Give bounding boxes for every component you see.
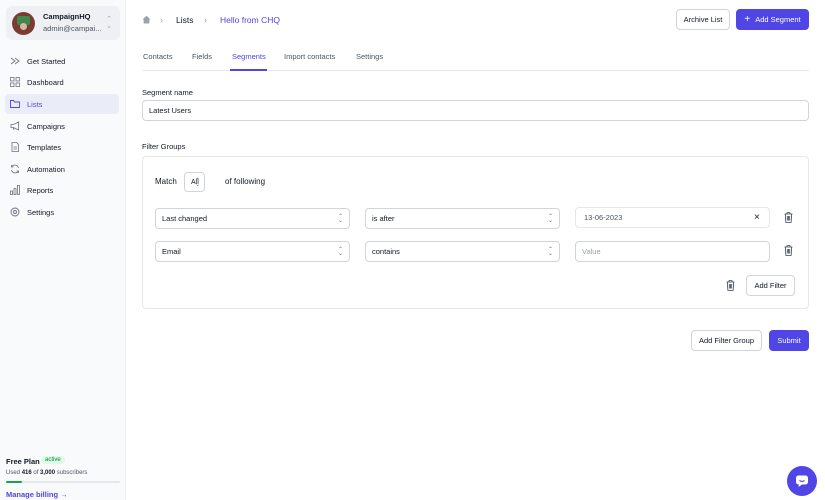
rocket-icon	[10, 57, 20, 65]
tab-contacts[interactable]: Contacts	[143, 52, 173, 61]
refresh-icon	[11, 164, 19, 174]
segment-name-value: Latest Users	[149, 106, 192, 115]
filter-date-input[interactable]: 13-06-2023	[575, 207, 770, 228]
filter-field-value: Last changed	[162, 214, 208, 223]
filter-value-placeholder: Value	[582, 247, 601, 256]
chat-icon	[796, 475, 808, 487]
bar-chart-icon	[10, 185, 20, 195]
sidebar-item-lists[interactable]: Lists	[5, 94, 119, 114]
chevron-up-down-icon: ⌃ ⌄	[337, 247, 343, 257]
match-suffix: of following	[225, 177, 266, 186]
chevron-up-down-icon: ⌃ ⌄	[106, 16, 112, 30]
trash-icon[interactable]	[784, 212, 793, 223]
account-switcher[interactable]: CampaignHQ admin@campai... ⌃ ⌄	[6, 6, 120, 40]
home-icon[interactable]	[142, 15, 151, 24]
sidebar: CampaignHQ admin@campai... ⌃ ⌄ Get Starte…	[0, 0, 126, 500]
filter-operator-value: is after	[372, 214, 395, 223]
avatar	[12, 12, 35, 35]
sidebar-item-label: Settings	[27, 208, 55, 217]
chat-widget-button[interactable]	[787, 466, 817, 496]
tab-segments[interactable]: Segments	[232, 52, 266, 61]
chevron-up-down-icon: ⌃ ⌄	[547, 214, 553, 224]
sidebar-item-reports[interactable]: Reports	[5, 180, 119, 200]
filter-operator-select[interactable]: contains ⌃ ⌄	[365, 241, 560, 262]
add-segment-button[interactable]: + Add Segment	[736, 9, 809, 30]
sidebar-item-label: Reports	[27, 186, 54, 195]
usage-progress-fill	[6, 481, 22, 483]
sidebar-item-label: Lists	[27, 100, 43, 109]
match-select[interactable]: All ⌃ ⌄	[184, 172, 205, 192]
chevron-up-down-icon: ⌃ ⌄	[547, 247, 553, 257]
plan-name: Free Plan	[6, 457, 40, 466]
sidebar-item-settings[interactable]: Settings	[5, 202, 119, 222]
filter-operator-select[interactable]: is after ⌃ ⌄	[365, 208, 560, 229]
manage-billing-link[interactable]: Manage billing →	[6, 490, 68, 499]
account-name: CampaignHQ	[43, 12, 91, 21]
tab-settings[interactable]: Settings	[356, 52, 383, 61]
usage-progress-bar	[6, 481, 120, 483]
segment-name-label: Segment name	[142, 88, 193, 97]
breadcrumb-lists[interactable]: Lists	[176, 15, 193, 25]
sidebar-item-automation[interactable]: Automation	[5, 159, 119, 179]
filter-field-value: Email	[162, 247, 181, 256]
usage-text: Used 416 of 3,000 subscribers	[6, 470, 88, 476]
close-icon[interactable]: ×	[754, 213, 760, 223]
chevron-up-down-icon: ⌃ ⌄	[337, 214, 343, 224]
filter-field-select[interactable]: Last changed ⌃ ⌄	[155, 208, 350, 229]
sidebar-item-label: Automation	[27, 165, 65, 174]
add-filter-group-button[interactable]: Add Filter Group	[691, 330, 762, 351]
filter-date-value: 13-06-2023	[584, 213, 623, 222]
match-prefix: Match	[155, 177, 177, 186]
status-badge: active	[41, 456, 65, 464]
plus-icon: +	[744, 14, 751, 25]
gear-icon	[10, 207, 20, 217]
megaphone-icon	[10, 121, 19, 131]
document-icon	[11, 142, 19, 152]
grid-icon	[10, 77, 20, 87]
filter-operator-value: contains	[372, 247, 400, 256]
trash-icon[interactable]	[726, 280, 735, 291]
filter-groups-label: Filter Groups	[142, 142, 186, 151]
filter-value-input[interactable]: Value	[575, 241, 770, 262]
active-tab-indicator	[230, 69, 267, 71]
breadcrumb-current[interactable]: Hello from CHQ	[220, 15, 280, 25]
account-email: admin@campai...	[43, 24, 102, 33]
sidebar-item-templates[interactable]: Templates	[5, 137, 119, 157]
chevron-up-down-icon: ⌃ ⌄	[194, 178, 200, 188]
add-filter-button[interactable]: Add Filter	[746, 275, 795, 296]
sidebar-item-label: Campaigns	[27, 122, 65, 131]
sidebar-item-label: Get Started	[27, 57, 66, 66]
trash-icon[interactable]	[784, 245, 793, 256]
sidebar-item-label: Dashboard	[27, 78, 64, 87]
sidebar-item-label: Templates	[27, 143, 62, 152]
submit-button[interactable]: Submit	[769, 330, 809, 351]
add-segment-label: Add Segment	[755, 15, 801, 24]
chevron-right-icon: ›	[204, 15, 207, 25]
archive-list-button[interactable]: Archive List	[676, 9, 730, 30]
tab-import-contacts[interactable]: Import contacts	[284, 52, 335, 61]
tab-fields[interactable]: Fields	[192, 52, 212, 61]
segment-name-input[interactable]: Latest Users	[142, 100, 809, 121]
sidebar-item-dashboard[interactable]: Dashboard	[5, 72, 119, 92]
folder-icon	[10, 100, 20, 108]
chevron-right-icon: ›	[160, 15, 163, 25]
sidebar-item-campaigns[interactable]: Campaigns	[5, 116, 119, 136]
filter-field-select[interactable]: Email ⌃ ⌄	[155, 241, 350, 262]
sidebar-item-get-started[interactable]: Get Started	[5, 51, 119, 71]
